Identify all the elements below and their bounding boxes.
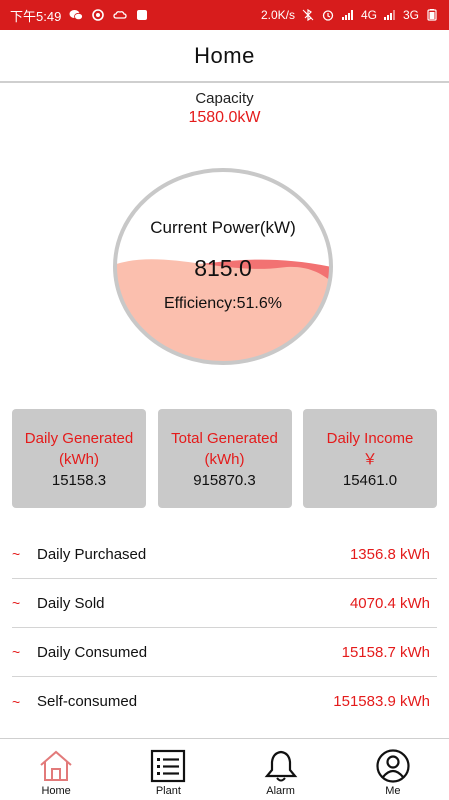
tab-plant[interactable]: Plant <box>112 739 224 800</box>
tilde-marker: ~ <box>12 546 21 562</box>
power-gauge: Current Power(kW) 815.0 Efficiency:51.6% <box>112 167 334 366</box>
capacity-label: Capacity <box>195 90 254 107</box>
gauge-value: 815.0 <box>194 255 252 281</box>
summary-cards: Daily Generated (kWh) 15158.3 Total Gene… <box>12 409 437 508</box>
tab-label: Alarm <box>266 785 295 797</box>
app-header: Home <box>0 30 449 83</box>
cloud-icon <box>113 11 127 19</box>
gauge-title: Current Power(kW) <box>150 218 296 237</box>
card-daily-generated[interactable]: Daily Generated (kWh) 15158.3 <box>12 409 146 508</box>
capacity-section: Capacity 1580.0kW <box>0 90 449 127</box>
tab-me[interactable]: Me <box>337 739 449 800</box>
tab-label: Plant <box>155 785 181 797</box>
gauge-efficiency: Efficiency:51.6% <box>164 295 282 312</box>
signal-icon <box>341 10 353 20</box>
card-total-generated[interactable]: Total Generated (kWh) 915870.3 <box>157 409 292 508</box>
list-icon <box>151 749 186 783</box>
home-icon <box>40 750 72 781</box>
energy-stats-list: ~ Daily Purchased 1356.8 kWh ~ Daily Sol… <box>12 530 437 726</box>
card-unit: (kWh) <box>204 451 245 468</box>
alarm-clock-icon <box>322 10 334 21</box>
card-unit: ￥ <box>362 451 378 468</box>
stat-value: 151583.9 kWh <box>333 693 430 710</box>
tab-label: Me <box>385 785 401 797</box>
tilde-marker: ~ <box>12 644 21 660</box>
record-icon <box>92 9 105 21</box>
status-speed: 2.0K/s <box>260 8 295 22</box>
stat-label: Self-consumed <box>37 693 138 710</box>
stat-value: 4070.4 kWh <box>349 594 430 612</box>
card-label: Daily Income <box>326 430 414 447</box>
status-network-1: 4G <box>360 8 377 22</box>
signal-icon <box>383 10 395 20</box>
stat-value: 15158.7 kWh <box>341 643 430 661</box>
stat-label: Daily Purchased <box>37 545 147 563</box>
status-network-2: 3G <box>402 8 419 22</box>
card-unit: (kWh) <box>59 451 99 468</box>
tab-alarm[interactable]: Alarm <box>225 739 337 800</box>
battery-icon <box>427 9 437 21</box>
tab-label: Home <box>41 785 71 797</box>
card-value: 15461.0 <box>342 472 398 489</box>
page-title: Home <box>194 42 255 68</box>
card-daily-income[interactable]: Daily Income ￥ 15461.0 <box>303 409 437 508</box>
card-value: 15158.3 <box>51 472 107 489</box>
stat-label: Daily Consumed <box>37 643 148 661</box>
capacity-value: 1580.0kW <box>188 109 261 126</box>
tilde-marker: ~ <box>12 595 21 611</box>
user-icon <box>376 749 410 783</box>
stat-row-daily-sold: ~ Daily Sold 4070.4 kWh <box>12 579 437 628</box>
status-bar: 下午5:49 2.0K/s 4G 3G <box>0 0 449 30</box>
card-label: Daily Generated <box>24 430 134 447</box>
stat-row-daily-consumed: ~ Daily Consumed 15158.7 kWh <box>12 628 437 677</box>
tab-home[interactable]: Home <box>0 739 112 800</box>
stat-row-daily-purchased: ~ Daily Purchased 1356.8 kWh <box>12 530 437 579</box>
bluetooth-off-icon <box>302 9 314 21</box>
tilde-marker: ~ <box>12 693 21 710</box>
card-label: Total Generated <box>171 430 278 447</box>
card-value: 915870.3 <box>193 472 256 489</box>
stat-row-self-consumed: ~ Self-consumed 151583.9 kWh <box>12 677 437 726</box>
status-time: 下午5:49 <box>10 8 62 24</box>
bell-icon <box>264 750 297 782</box>
bottom-tab-bar: Home Plant Alarm Me <box>0 738 449 800</box>
wechat-icon <box>69 10 84 21</box>
stat-label: Daily Sold <box>37 594 105 612</box>
stat-value: 1356.8 kWh <box>349 545 430 563</box>
app-icon <box>137 10 148 20</box>
